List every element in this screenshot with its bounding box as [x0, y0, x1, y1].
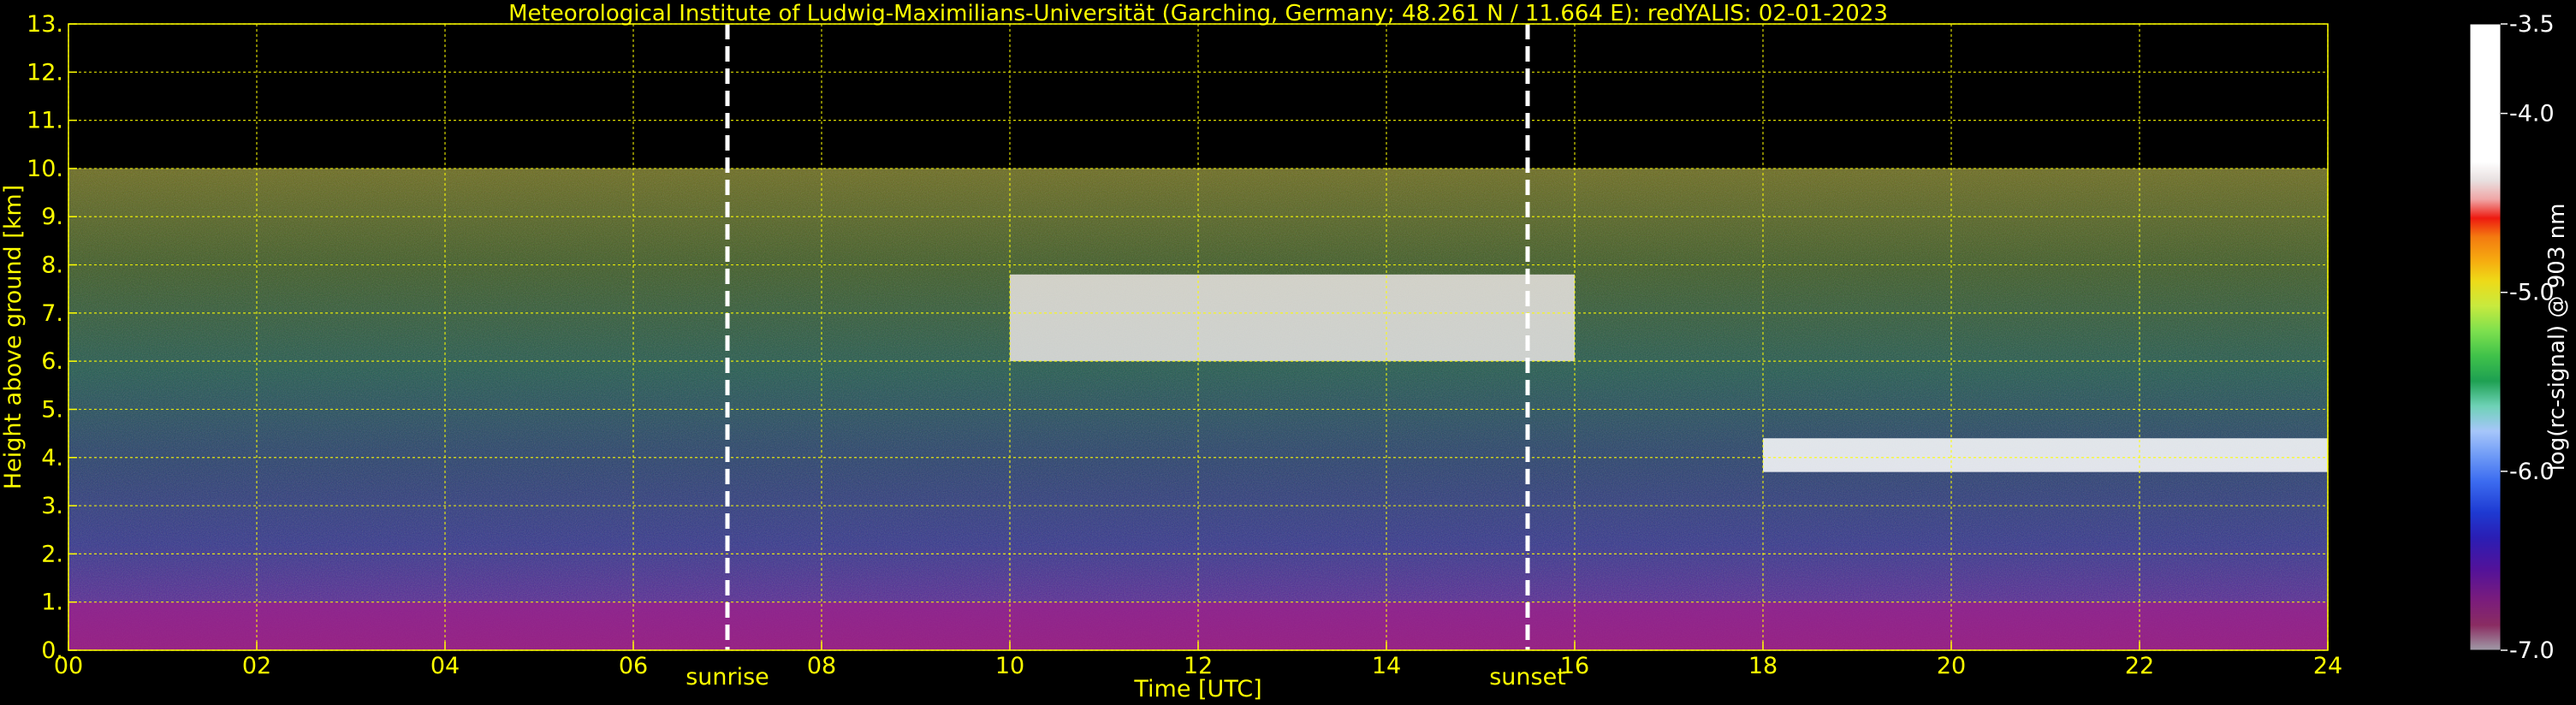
- y-tick-label: 7.: [41, 300, 63, 327]
- x-tick-label: 16: [1560, 653, 1589, 679]
- colorbar-label: log(rc-signal) @ 903 nm: [2544, 204, 2570, 471]
- feature-cirrus-band: [1010, 274, 1575, 362]
- x-tick-label: 06: [619, 653, 648, 679]
- colorbar-tick-label: -7.0: [2509, 637, 2555, 664]
- y-tick-label: 3.: [41, 493, 63, 519]
- x-tick-label: 24: [2313, 653, 2342, 679]
- y-tick-label: 13.: [27, 11, 63, 38]
- y-tick-label: 11.: [27, 108, 63, 134]
- y-tick-label: 12.: [27, 59, 63, 86]
- y-tick-label: 0.: [41, 637, 63, 664]
- y-tick-label: 6.: [41, 348, 63, 375]
- feature-mid-level-cloud: [1763, 438, 2328, 472]
- x-tick-label: 04: [430, 653, 460, 679]
- marker-label-sunrise: sunrise: [686, 664, 769, 690]
- y-tick-label: 8.: [41, 252, 63, 279]
- x-tick-label: 14: [1372, 653, 1401, 679]
- y-tick-label: 4.: [41, 445, 63, 471]
- x-tick-label: 10: [995, 653, 1024, 679]
- x-tick-label: 08: [807, 653, 836, 679]
- chart-title: Meteorological Institute of Ludwig-Maxim…: [508, 1, 1888, 27]
- y-axis-label: Height above ground [km]: [0, 185, 27, 489]
- marker-label-sunset: sunset: [1489, 664, 1566, 690]
- lidar-backscatter-chart: sunrise sunset 00 02 04 06 08 10 12 14 16 18 20 22 24…: [0, 1, 2570, 702]
- x-tick-label: 02: [242, 653, 271, 679]
- colorbar: [2469, 23, 2502, 651]
- x-tick-label: 20: [1937, 653, 1966, 679]
- x-tick-label: 22: [2125, 653, 2154, 679]
- x-tick-label: 18: [1748, 653, 1778, 679]
- colorbar-tick-label: -4.0: [2509, 101, 2555, 127]
- y-tick-label: 1.: [41, 589, 63, 616]
- x-axis-label: Time [UTC]: [1133, 676, 1261, 702]
- y-tick-label: 10.: [27, 156, 63, 182]
- colorbar-tick-label: -3.5: [2509, 11, 2555, 38]
- y-tick-label: 9.: [41, 204, 63, 230]
- y-tick-label: 5.: [41, 396, 63, 423]
- y-tick-label: 2.: [41, 541, 63, 567]
